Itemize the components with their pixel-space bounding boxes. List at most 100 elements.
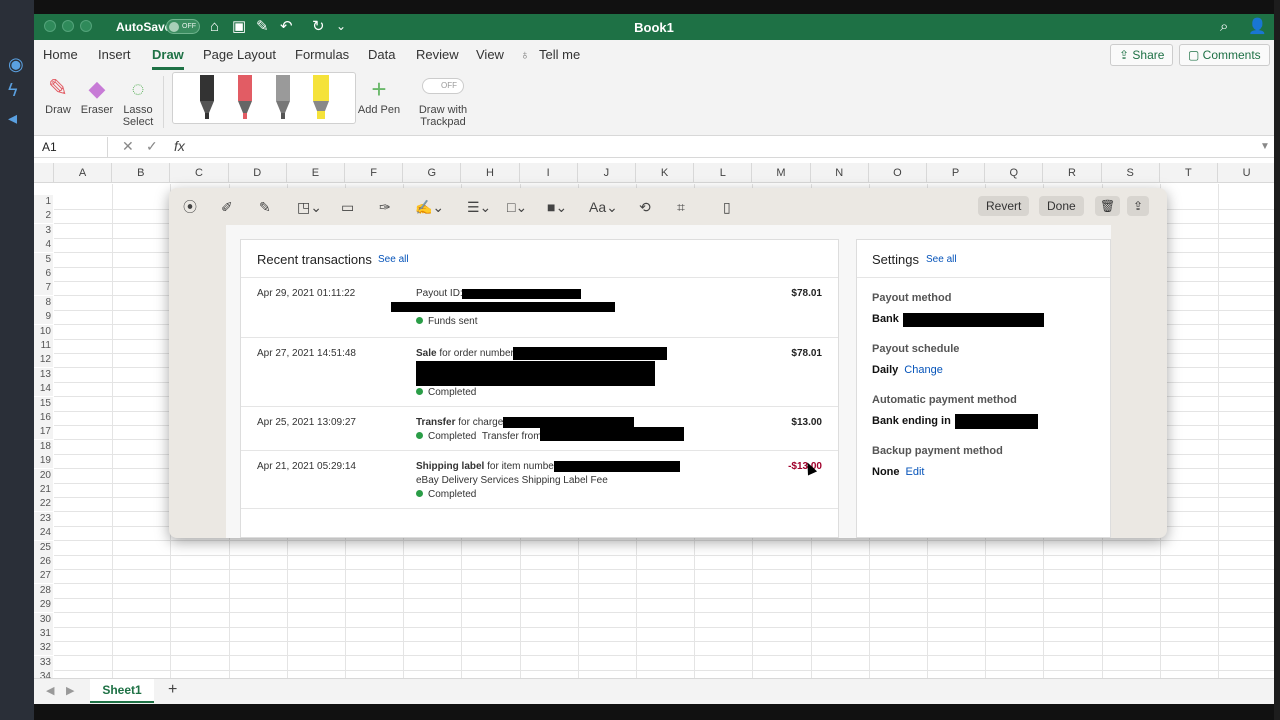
row-header[interactable]: 27	[34, 569, 53, 584]
column-header[interactable]: H	[461, 163, 520, 183]
draw-with-trackpad[interactable]: OFF Draw with Trackpad	[418, 74, 468, 128]
row-header[interactable]: 20	[34, 468, 53, 483]
column-header[interactable]: J	[577, 163, 636, 183]
transaction-row[interactable]: Apr 25, 2021 13:09:27 Transfer for charg…	[241, 406, 838, 450]
text-style-icon[interactable]: Aa⌄	[589, 198, 618, 216]
row-header[interactable]: 6	[34, 267, 53, 281]
lasso-select-tool[interactable]: ◌ Lasso Select	[120, 74, 156, 128]
row-header[interactable]: 11	[34, 339, 53, 353]
row-header[interactable]: 29	[34, 598, 53, 613]
sheet-tab-sheet1[interactable]: Sheet1	[90, 679, 154, 703]
redo-icon[interactable]: ↻	[312, 18, 325, 35]
add-sheet-button[interactable]: +	[168, 681, 177, 699]
confirm-icon[interactable]: ✓	[146, 138, 158, 155]
fx-label[interactable]: fx	[174, 138, 185, 154]
minimize-window-button[interactable]	[62, 20, 74, 32]
trackpad-toggle[interactable]: OFF	[422, 78, 464, 94]
draw-icon[interactable]: ✎	[259, 198, 271, 216]
column-header[interactable]: S	[1101, 163, 1160, 183]
row-header[interactable]: 14	[34, 382, 53, 397]
settings-see-all-link[interactable]: See all	[926, 254, 957, 265]
fill-color-icon[interactable]: ■⌄	[547, 198, 567, 216]
edit-backup-link[interactable]: Edit	[906, 466, 925, 478]
highlighter-yellow[interactable]	[311, 75, 331, 121]
save-icon[interactable]: ▣	[232, 18, 246, 35]
transaction-row[interactable]: Apr 27, 2021 14:51:48 Sale for order num…	[241, 337, 838, 406]
crop-icon[interactable]: ⌗	[677, 198, 685, 216]
text-box-icon[interactable]: ▭	[341, 198, 354, 216]
column-header[interactable]: R	[1043, 163, 1102, 183]
column-header[interactable]: N	[810, 163, 869, 183]
close-window-button[interactable]	[44, 20, 56, 32]
draw-tool[interactable]: ✎ Draw	[44, 74, 72, 116]
edit-icon[interactable]: ✎	[256, 18, 269, 35]
account-icon[interactable]: 👤	[1248, 18, 1267, 35]
column-header[interactable]: P	[927, 163, 986, 183]
row-header[interactable]: 8	[34, 295, 53, 310]
home-icon[interactable]: ⌂	[210, 18, 219, 35]
column-header[interactable]: E	[286, 163, 345, 183]
cancel-icon[interactable]: ✕	[122, 138, 134, 155]
row-header[interactable]: 33	[34, 655, 53, 670]
prev-sheet-icon[interactable]: ◀	[46, 684, 54, 697]
pencil-gray[interactable]	[273, 75, 293, 121]
column-header[interactable]: A	[54, 163, 113, 183]
row-header[interactable]: 25	[34, 540, 53, 555]
pen-red[interactable]	[235, 75, 255, 121]
row-header[interactable]: 9	[34, 310, 53, 325]
change-schedule-link[interactable]: Change	[904, 364, 943, 376]
undo-icon[interactable]: ↶	[280, 18, 293, 35]
column-header[interactable]: C	[170, 163, 229, 183]
border-color-icon[interactable]: □⌄	[507, 198, 527, 216]
column-header[interactable]: D	[228, 163, 287, 183]
formula-expand-icon[interactable]: ▼	[1260, 141, 1270, 152]
row-header[interactable]: 19	[34, 454, 53, 469]
row-header[interactable]: 3	[34, 223, 53, 238]
column-header[interactable]: G	[403, 163, 462, 183]
tab-review[interactable]: Review	[416, 47, 459, 62]
tab-draw[interactable]: Draw	[152, 47, 184, 70]
tab-insert[interactable]: Insert	[98, 47, 131, 62]
column-header[interactable]: F	[345, 163, 404, 183]
tab-home[interactable]: Home	[43, 47, 78, 62]
column-header[interactable]: I	[519, 163, 578, 183]
row-header[interactable]: 10	[34, 324, 53, 339]
add-pen-button[interactable]: + Add Pen	[356, 74, 402, 116]
search-icon[interactable]: ⌕	[1220, 18, 1228, 35]
shape-style-icon[interactable]: ☰⌄	[467, 198, 491, 216]
comments-button[interactable]: ▢ Comments	[1179, 44, 1270, 66]
column-header[interactable]: B	[112, 163, 171, 183]
row-header[interactable]: 16	[34, 411, 53, 425]
name-box[interactable]: A1	[36, 137, 108, 157]
zoom-window-button[interactable]	[80, 20, 92, 32]
column-header[interactable]: T	[1159, 163, 1218, 183]
row-header[interactable]: 4	[34, 238, 53, 253]
column-header[interactable]: U	[1218, 163, 1274, 183]
customize-toolbar-icon[interactable]: ⌄	[336, 18, 346, 35]
row-header[interactable]: 7	[34, 281, 53, 296]
sketch-icon[interactable]: ✐	[221, 198, 233, 216]
tab-formulas[interactable]: Formulas	[295, 47, 349, 62]
transaction-row[interactable]: Apr 21, 2021 05:29:14 Shipping label for…	[241, 450, 838, 509]
row-header[interactable]: 24	[34, 526, 53, 541]
column-header[interactable]: M	[752, 163, 811, 183]
highlight-icon[interactable]: ✑	[379, 198, 391, 216]
row-header[interactable]: 30	[34, 612, 53, 627]
row-header[interactable]: 32	[34, 641, 53, 656]
share-markup-icon[interactable]: ⇪	[1127, 196, 1150, 216]
eraser-tool[interactable]: ◆ Eraser	[80, 74, 114, 116]
transaction-row[interactable]: Apr 29, 2021 01:11:22 Payout ID: Funds s…	[241, 277, 838, 337]
row-header[interactable]: 15	[34, 396, 53, 411]
column-header[interactable]: L	[694, 163, 753, 183]
rotate-icon[interactable]: ⟲	[639, 198, 651, 216]
row-header[interactable]: 31	[34, 627, 53, 641]
tab-view[interactable]: View	[476, 47, 504, 62]
row-header[interactable]: 23	[34, 511, 53, 526]
row-header[interactable]: 1	[34, 195, 53, 209]
transactions-see-all-link[interactable]: See all	[378, 254, 409, 265]
tab-data[interactable]: Data	[368, 47, 395, 62]
trash-icon[interactable]: 🗑	[1095, 196, 1121, 216]
row-header[interactable]: 22	[34, 497, 53, 512]
select-all-corner[interactable]	[34, 163, 54, 183]
column-header[interactable]: O	[868, 163, 927, 183]
